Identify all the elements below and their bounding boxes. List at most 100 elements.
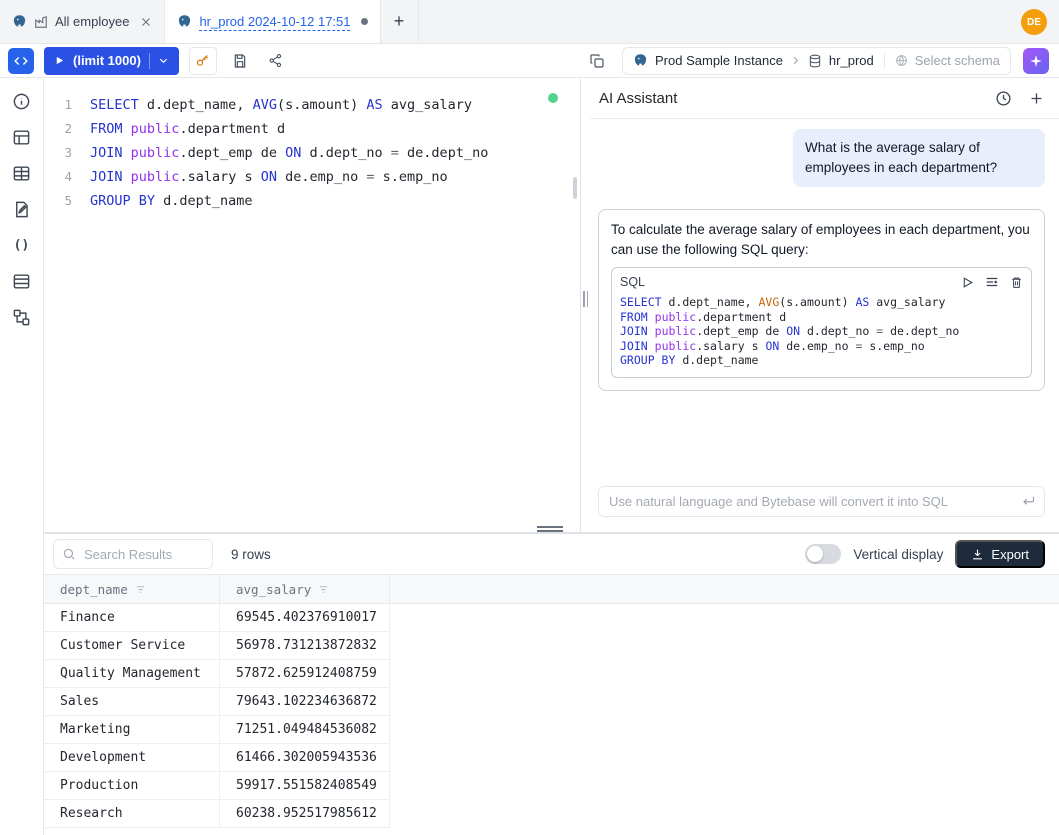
ai-prompt-input[interactable] [598, 486, 1045, 517]
data-grid-icon[interactable] [8, 159, 36, 187]
drag-grip-icon [537, 526, 563, 532]
table-row[interactable]: Research60238.952517985612 [44, 800, 390, 828]
tab-bar: All employee hr_prod 2024-10-12 17:51 + … [0, 0, 1059, 44]
editor-scrollbar[interactable] [573, 177, 577, 199]
table-row[interactable]: Quality Management57872.625912408759 [44, 660, 390, 688]
close-tab-icon[interactable] [140, 16, 152, 28]
worksheet-icon[interactable] [8, 195, 36, 223]
sort-icon[interactable] [318, 584, 329, 595]
history-table-icon[interactable] [8, 267, 36, 295]
ai-assistant-panel: AI Assistant What is the average salary … [590, 79, 1059, 532]
ai-input-wrap [598, 486, 1045, 517]
chevron-down-icon[interactable] [158, 55, 169, 66]
new-tab-button[interactable]: + [381, 0, 419, 43]
line-number: 1 [44, 93, 90, 117]
download-icon [971, 548, 984, 561]
results-panel: 9 rows Vertical display Export dept_name [44, 534, 1059, 835]
copy-code-icon[interactable] [1010, 276, 1023, 289]
table-row[interactable]: Development61466.302005943536 [44, 744, 390, 772]
ai-code-line: FROM public.department d [620, 310, 1023, 325]
divider [149, 53, 150, 69]
sql-editor-logo-button[interactable] [8, 48, 34, 74]
schema-diagram-button[interactable] [584, 48, 610, 74]
play-icon [54, 55, 65, 66]
cell-avg-salary: 57872.625912408759 [220, 660, 390, 687]
save-icon [232, 53, 248, 69]
sort-icon[interactable] [135, 584, 146, 595]
unsaved-indicator [361, 18, 368, 25]
tables-icon[interactable] [8, 123, 36, 151]
run-label: (limit 1000) [73, 53, 141, 68]
tab-all-employee[interactable]: All employee [0, 0, 165, 43]
sql-editor[interactable]: 1SELECT d.dept_name, AVG(s.amount) AS av… [44, 79, 581, 532]
results-toolbar: 9 rows Vertical display Export [44, 534, 1059, 574]
run-code-icon[interactable] [961, 276, 974, 289]
table-row[interactable]: Marketing71251.049484536082 [44, 716, 390, 744]
editor-toolbar: (limit 1000) [0, 44, 1059, 78]
column-header-avg-salary[interactable]: avg_salary [220, 575, 390, 603]
ai-answer-intro: To calculate the average salary of emplo… [611, 222, 1030, 257]
table-row[interactable]: Customer Service56978.731213872832 [44, 632, 390, 660]
cell-avg-salary: 79643.102234636872 [220, 688, 390, 715]
insert-code-icon[interactable] [985, 275, 999, 289]
save-sheet-button[interactable] [227, 48, 253, 74]
workspace: 1 SELECT d.dept_name, AVG(s.amount) AS av… [44, 79, 1059, 532]
schema-placeholder: Select schema [915, 53, 1000, 68]
schema-selector[interactable]: Select schema [884, 53, 1010, 68]
admin-key-button[interactable] [189, 47, 217, 75]
vertical-resize-handle[interactable] [581, 79, 590, 532]
enter-key-icon [1021, 493, 1036, 508]
results-table-body: Finance69545.402376910017Customer Servic… [44, 604, 1059, 835]
code-language-label: SQL [620, 272, 645, 292]
editor-line: 4JOIN public.salary s ON de.emp_no = s.e… [44, 165, 580, 189]
history-clock-icon[interactable] [995, 90, 1012, 107]
postgres-icon [12, 14, 27, 29]
tab-hr-prod[interactable]: hr_prod 2024-10-12 17:51 [165, 0, 380, 43]
postgres-icon [177, 14, 192, 29]
cell-dept-name: Production [44, 772, 220, 799]
results-table-header: dept_name avg_salary [44, 574, 1059, 604]
column-header-dept-name[interactable]: dept_name [44, 575, 220, 603]
database-icon [808, 54, 822, 68]
key-icon [195, 53, 210, 68]
drag-grip-icon [583, 291, 588, 307]
user-avatar[interactable]: DE [1021, 9, 1047, 35]
table-row[interactable]: Production59917.551582408549 [44, 772, 390, 800]
user-message-bubble: What is the average salary of employees … [793, 129, 1045, 187]
table-row[interactable]: Sales79643.102234636872 [44, 688, 390, 716]
ai-code-header: SQL [612, 268, 1031, 294]
sparkle-icon [1029, 54, 1043, 68]
editor-line: 3JOIN public.dept_emp de ON d.dept_no = … [44, 141, 580, 165]
postgres-icon [633, 53, 648, 68]
ai-answer: To calculate the average salary of emplo… [598, 209, 1045, 391]
vertical-display-label: Vertical display [853, 547, 943, 562]
new-chat-plus-icon[interactable] [1028, 90, 1045, 107]
ai-code-body: SELECT d.dept_name, AVG(s.amount) AS avg… [612, 294, 1031, 377]
search-wrap [53, 539, 213, 569]
database-name: hr_prod [829, 53, 874, 68]
sitemap-icon[interactable] [8, 303, 36, 331]
share-sheet-button[interactable] [263, 48, 289, 74]
cell-dept-name: Development [44, 744, 220, 771]
cell-dept-name: Finance [44, 604, 220, 631]
export-button[interactable]: Export [955, 540, 1045, 568]
share-icon [268, 53, 283, 68]
editor-lines: 1SELECT d.dept_name, AVG(s.amount) AS av… [44, 93, 580, 213]
cell-avg-salary: 61466.302005943536 [220, 744, 390, 771]
connection-selector[interactable]: Prod Sample Instance hr_prod [623, 53, 884, 68]
table-row[interactable]: Finance69545.402376910017 [44, 604, 390, 632]
vertical-display-toggle[interactable] [805, 544, 841, 564]
ai-code-line: JOIN public.dept_emp de ON d.dept_no = d… [620, 324, 1023, 339]
ai-assistant-button[interactable] [1023, 48, 1049, 74]
editor-line: 2FROM public.department d [44, 117, 580, 141]
parentheses-icon[interactable]: () [8, 231, 36, 259]
cell-avg-salary: 60238.952517985612 [220, 800, 390, 827]
info-icon[interactable] [8, 87, 36, 115]
ai-panel-title: AI Assistant [599, 90, 677, 107]
ai-code-line: GROUP BY d.dept_name [620, 353, 1023, 368]
search-results-input[interactable] [53, 539, 213, 569]
run-query-button[interactable]: (limit 1000) [44, 47, 179, 75]
cell-dept-name: Marketing [44, 716, 220, 743]
chevron-right-icon [790, 55, 801, 66]
toggle-knob [807, 546, 823, 562]
